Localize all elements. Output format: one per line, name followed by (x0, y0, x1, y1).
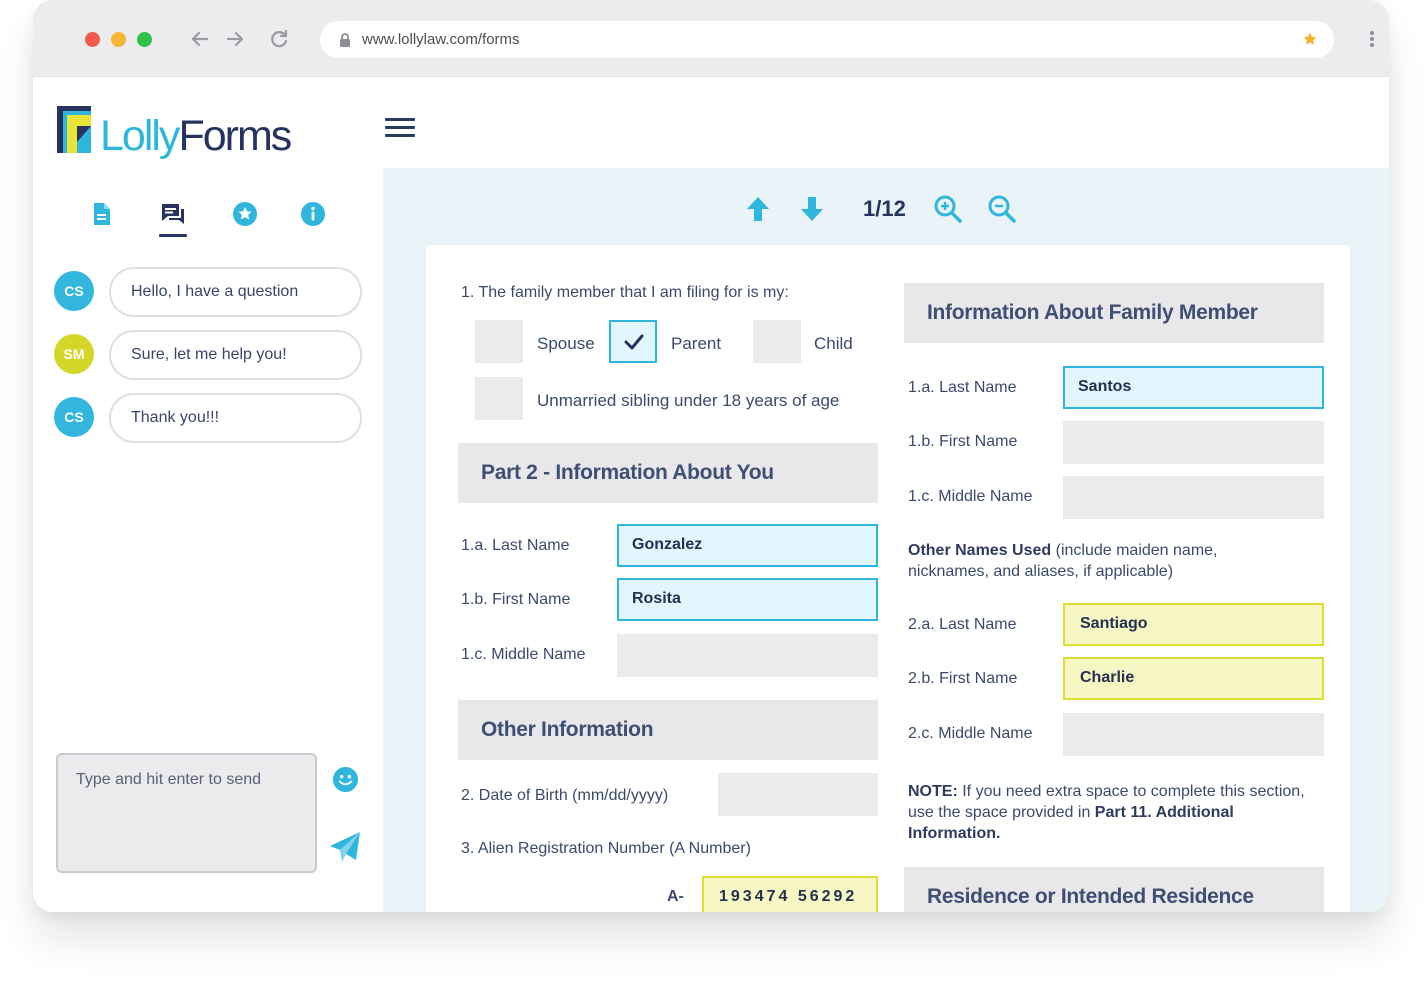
field-label: 1.a. Last Name (908, 379, 1017, 396)
menu-icon[interactable] (385, 118, 415, 138)
other-middle-name-field[interactable] (1063, 713, 1324, 756)
field-label: 2.a. Last Name (908, 616, 1017, 633)
a-number-field[interactable]: 193474 56292 (702, 876, 878, 912)
date-of-birth-field[interactable] (718, 773, 878, 816)
star-icon (233, 202, 257, 226)
checkbox-label: Child (814, 334, 853, 353)
checkbox-label: Parent (671, 334, 722, 353)
viewer-toolbar: 1/12 (743, 192, 1043, 226)
browser-toolbar: www.lollylaw.com/forms (33, 0, 1389, 77)
zoom-out-button[interactable] (987, 194, 1017, 224)
section-header: Residence or Intended Residence (904, 867, 1324, 912)
field-label: 1.c. Middle Name (461, 646, 586, 663)
chat-message: SM Sure, let me help you! (54, 330, 364, 380)
field-label: 1.a. Last Name (461, 537, 570, 554)
arrow-down-icon (801, 197, 823, 221)
document-icon (94, 203, 110, 225)
section-title: Part 2 - Information About You (481, 461, 774, 484)
avatar: CS (54, 271, 94, 311)
tab-favorites[interactable] (231, 200, 259, 228)
back-arrow-icon[interactable] (188, 27, 212, 51)
field-label: 1.c. Middle Name (908, 488, 1033, 505)
last-name-field[interactable]: Gonzalez (617, 524, 878, 567)
field-label: 3. Alien Registration Number (A Number) (461, 840, 751, 857)
a-number-prefix: A- (667, 888, 684, 905)
note-text: NOTE: If you need extra space to complet… (908, 783, 1305, 842)
url-text: www.lollylaw.com/forms (362, 31, 520, 48)
section-header: Other Information (458, 700, 878, 760)
send-icon[interactable] (328, 830, 362, 864)
minimize-window-button[interactable] (111, 32, 126, 47)
checkbox-label: Spouse (537, 334, 595, 353)
checkbox-unmarried-sibling[interactable] (475, 377, 523, 420)
message-bubble: Sure, let me help you! (109, 330, 362, 380)
info-icon (301, 202, 325, 226)
reload-icon[interactable] (267, 27, 291, 51)
section-title: Other Information (481, 718, 654, 741)
message-bubble: Thank you!!! (109, 393, 362, 443)
logo-text: LollyForms (100, 112, 292, 160)
section-header: Information About Family Member (904, 283, 1324, 343)
lollyforms-logo[interactable]: LollyForms (57, 106, 297, 166)
zoom-out-icon (988, 195, 1016, 223)
checkbox-spouse[interactable] (475, 320, 523, 363)
message-bubble: Hello, I have a question (109, 267, 362, 317)
form-page: 1. The family member that I am filing fo… (426, 245, 1350, 912)
forward-arrow-icon[interactable] (223, 27, 247, 51)
previous-page-button[interactable] (743, 194, 773, 224)
checkbox-child[interactable] (753, 320, 801, 363)
family-middle-name-field[interactable] (1063, 476, 1324, 519)
field-label: 2. Date of Birth (mm/dd/yyyy) (461, 787, 669, 804)
chat-sidebar: LollyForms CS Hello, I have a question S… (33, 78, 383, 912)
other-names-heading: Other Names Used (include maiden name, n… (908, 542, 1218, 580)
checkbox-parent[interactable] (609, 320, 657, 363)
family-first-name-field[interactable] (1063, 421, 1324, 464)
section-title: Residence or Intended Residence (927, 885, 1254, 908)
bookmark-star-icon[interactable] (1302, 31, 1318, 47)
address-bar[interactable]: www.lollylaw.com/forms (320, 21, 1334, 58)
browser-window: www.lollylaw.com/forms LollyForms CS Hel… (33, 0, 1389, 912)
checkbox-label: Unmarried sibling under 18 years of age (537, 391, 840, 410)
field-label: 2.c. Middle Name (908, 725, 1033, 742)
field-label: 1.b. First Name (908, 433, 1018, 450)
maximize-window-button[interactable] (137, 32, 152, 47)
document-viewer: 1/12 1. The family member that I am fili… (383, 168, 1389, 912)
zoom-in-icon (934, 195, 962, 223)
active-tab-indicator (159, 234, 187, 237)
tab-info[interactable] (299, 200, 327, 228)
tab-chat[interactable] (159, 200, 187, 228)
avatar: CS (54, 397, 94, 437)
question-family-member: 1. The family member that I am filing fo… (461, 284, 789, 301)
message-input[interactable]: Type and hit enter to send (56, 753, 317, 873)
chat-message: CS Thank you!!! (54, 393, 364, 443)
section-header: Part 2 - Information About You (458, 443, 878, 503)
sidebar-tabs (87, 200, 327, 240)
first-name-field[interactable]: Rosita (617, 578, 878, 621)
family-last-name-field[interactable]: Santos (1063, 366, 1324, 409)
close-window-button[interactable] (85, 32, 100, 47)
avatar: SM (54, 334, 94, 374)
zoom-in-button[interactable] (933, 194, 963, 224)
lock-icon (340, 33, 350, 47)
checkmark-icon (624, 334, 644, 350)
middle-name-field[interactable] (617, 634, 878, 677)
field-label: 1.b. First Name (461, 591, 571, 608)
arrow-up-icon (747, 197, 769, 221)
page-indicator: 1/12 (863, 196, 906, 221)
emoji-icon[interactable] (332, 766, 359, 793)
logo-mark-icon (57, 106, 91, 153)
field-label: 2.b. First Name (908, 670, 1018, 687)
other-last-name-field[interactable]: Santiago (1063, 603, 1324, 646)
chat-icon (162, 204, 184, 224)
chat-message: CS Hello, I have a question (54, 267, 364, 317)
other-first-name-field[interactable]: Charlie (1063, 657, 1324, 700)
next-page-button[interactable] (797, 194, 827, 224)
tab-documents[interactable] (87, 200, 115, 228)
section-title: Information About Family Member (927, 301, 1258, 324)
browser-menu-icon[interactable] (1369, 30, 1375, 48)
